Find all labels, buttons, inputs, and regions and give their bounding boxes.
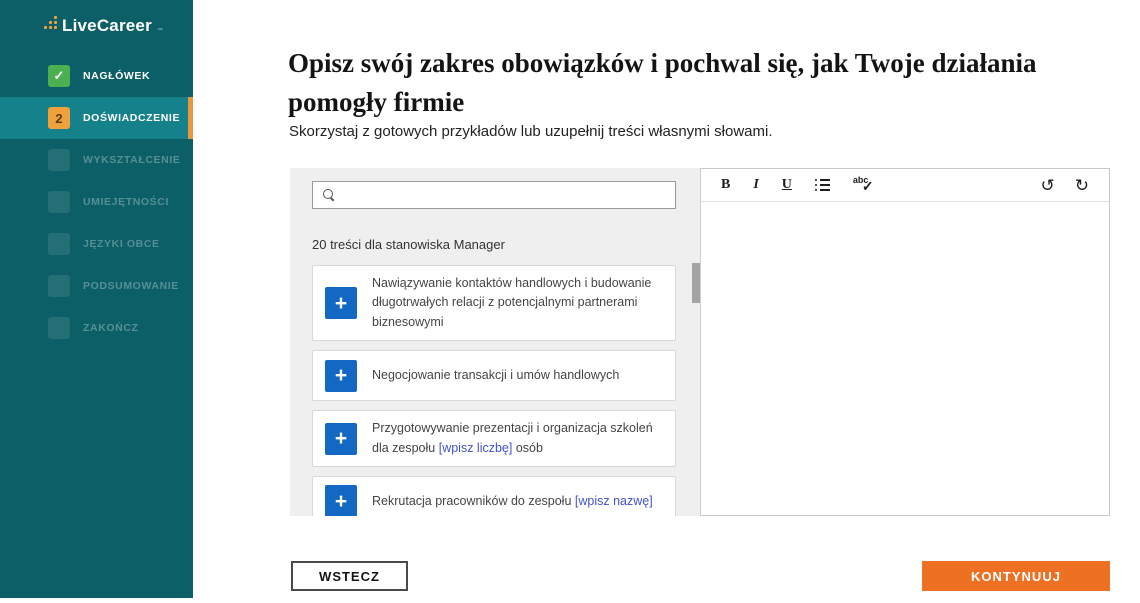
active-indicator [188, 97, 193, 139]
bullet-list-icon[interactable] [815, 179, 830, 191]
sidebar-item-label: DOŚWIADCZENIE [83, 112, 180, 124]
suggestion-card[interactable]: + Przygotowywanie prezentacji i organiza… [312, 410, 676, 467]
suggestions-panel: 20 treści dla stanowiska Manager + Nawią… [290, 168, 700, 516]
spellcheck-icon[interactable]: abc ✓ [853, 175, 879, 195]
search-input[interactable] [335, 182, 675, 208]
step-placeholder-box [48, 317, 70, 339]
undo-icon[interactable]: ↺ [1041, 177, 1055, 194]
sidebar: LiveCareer ™ ✓ NAGŁÓWEK 2 DOŚWIADCZENIE … [0, 0, 193, 598]
search-icon [323, 189, 335, 201]
suggestion-text: Rekrutacja pracowników do zespołu [wpisz… [372, 492, 653, 511]
sidebar-item-zakoncz[interactable]: ZAKOŃCZ [0, 307, 193, 349]
sidebar-item-umiejetnosci[interactable]: UMIEJĘTNOŚCI [0, 181, 193, 223]
redo-icon[interactable]: ↻ [1075, 177, 1089, 194]
step-number-badge: 2 [48, 107, 70, 129]
suggestion-card[interactable]: + Negocjowanie transakcji i umów handlow… [312, 350, 676, 401]
add-suggestion-button[interactable]: + [325, 423, 357, 455]
add-suggestion-button[interactable]: + [325, 287, 357, 319]
suggestion-count: 20 treści dla stanowiska Manager [312, 237, 676, 252]
bold-button[interactable]: B [721, 178, 730, 192]
sidebar-item-podsumowanie[interactable]: PODSUMOWANIE [0, 265, 193, 307]
trademark: ™ [157, 28, 163, 34]
continue-button[interactable]: KONTYNUUJ [922, 561, 1110, 591]
back-button[interactable]: WSTECZ [291, 561, 408, 591]
editor-toolbar: B I U abc ✓ ↺ ↻ [701, 169, 1109, 202]
suggestion-text: Negocjowanie transakcji i umów handlowyc… [372, 366, 619, 385]
sidebar-item-label: UMIEJĘTNOŚCI [83, 196, 169, 208]
sidebar-item-wyksztalcenie[interactable]: WYKSZTAŁCENIE [0, 139, 193, 181]
add-suggestion-button[interactable]: + [325, 360, 357, 392]
sidebar-item-doswiadczenie[interactable]: 2 DOŚWIADCZENIE [0, 97, 193, 139]
check-icon: ✓ [48, 65, 70, 87]
suggestion-list: + Nawiązywanie kontaktów handlowych i bu… [312, 265, 676, 516]
add-suggestion-button[interactable]: + [325, 485, 357, 516]
sidebar-item-label: NAGŁÓWEK [83, 70, 150, 82]
brand-logo[interactable]: LiveCareer ™ [0, 0, 193, 34]
editor-panel: B I U abc ✓ ↺ ↻ [700, 168, 1110, 516]
list-scrollbar-thumb[interactable] [692, 263, 700, 303]
page-title: Opisz swój zakres obowiązków i pochwal s… [288, 44, 1088, 122]
sidebar-item-label: WYKSZTAŁCENIE [83, 154, 180, 166]
sidebar-item-label: JĘZYKI OBCE [83, 238, 160, 250]
step-placeholder-box [48, 149, 70, 171]
fill-in-link[interactable]: [wpisz nazwę] [575, 494, 653, 508]
editor-textarea[interactable] [701, 203, 1109, 515]
step-placeholder-box [48, 191, 70, 213]
sidebar-item-jezyki-obce[interactable]: JĘZYKI OBCE [0, 223, 193, 265]
brand-name: LiveCareer [62, 17, 152, 34]
suggestion-card[interactable]: + Rekrutacja pracowników do zespołu [wpi… [312, 476, 676, 516]
brand-bars-icon [44, 16, 57, 34]
step-nav: ✓ NAGŁÓWEK 2 DOŚWIADCZENIE WYKSZTAŁCENIE… [0, 55, 193, 349]
step-placeholder-box [48, 233, 70, 255]
page-subtitle: Skorzystaj z gotowych przykładów lub uzu… [289, 123, 989, 140]
underline-button[interactable]: U [782, 178, 792, 192]
sidebar-item-naglowek[interactable]: ✓ NAGŁÓWEK [0, 55, 193, 97]
suggestion-search [312, 181, 676, 209]
fill-in-link[interactable]: [wpisz liczbę] [439, 441, 513, 455]
list-scrollbar-track[interactable] [692, 255, 700, 516]
page: LiveCareer ™ ✓ NAGŁÓWEK 2 DOŚWIADCZENIE … [0, 0, 1140, 603]
sidebar-item-label: PODSUMOWANIE [83, 280, 179, 292]
sidebar-item-label: ZAKOŃCZ [83, 322, 139, 334]
suggestion-text: Przygotowywanie prezentacji i organizacj… [372, 419, 663, 458]
step-placeholder-box [48, 275, 70, 297]
content-panels: 20 treści dla stanowiska Manager + Nawią… [290, 168, 1110, 516]
suggestion-card[interactable]: + Nawiązywanie kontaktów handlowych i bu… [312, 265, 676, 341]
suggestion-text: Nawiązywanie kontaktów handlowych i budo… [372, 274, 663, 332]
italic-button[interactable]: I [753, 178, 758, 192]
